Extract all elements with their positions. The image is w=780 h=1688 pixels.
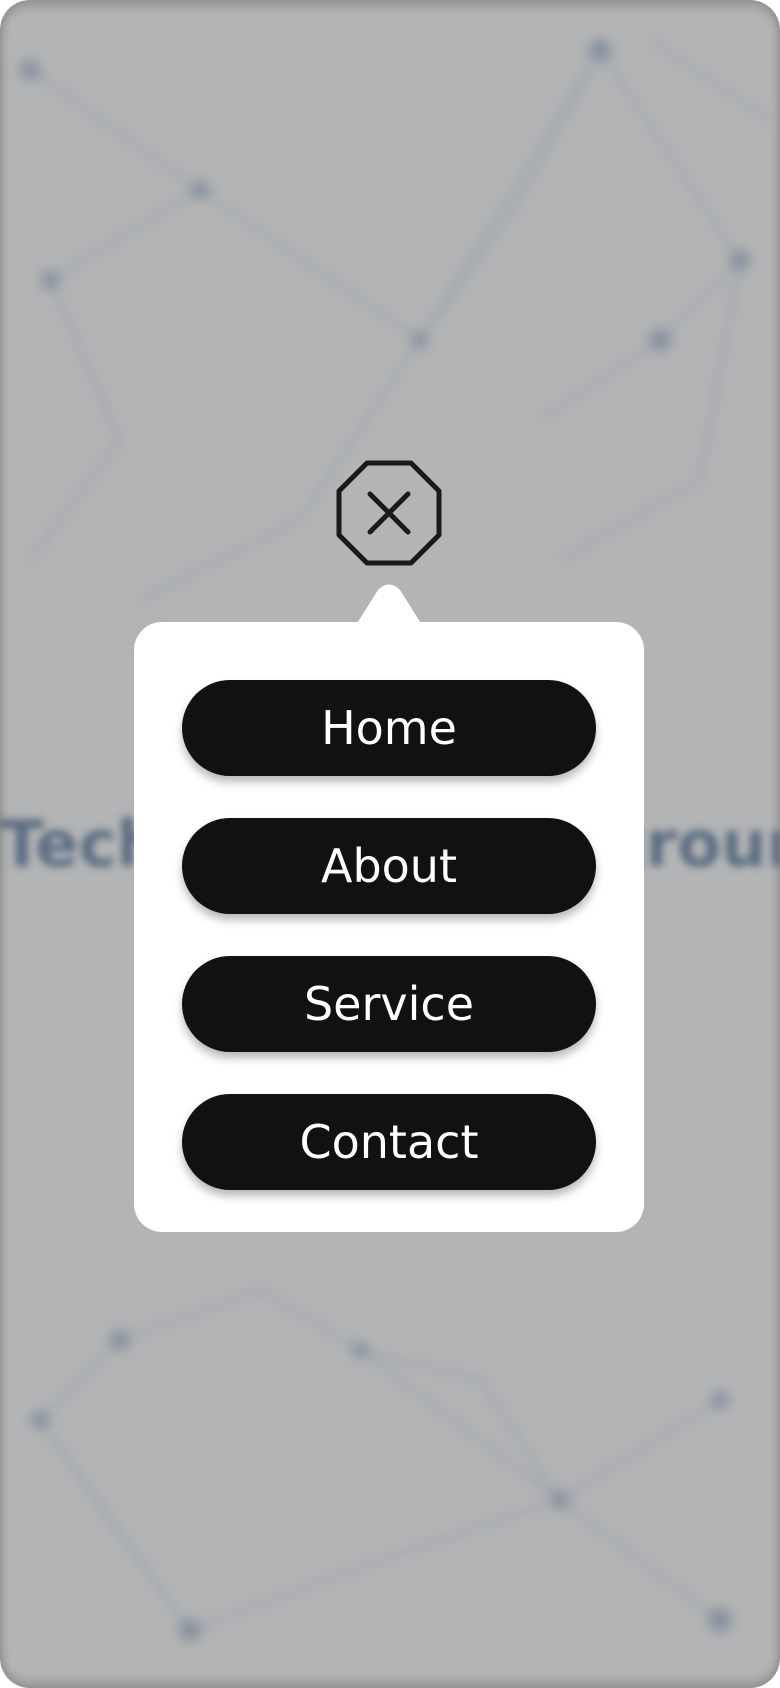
close-octagon-icon bbox=[336, 460, 442, 566]
menu-item-home[interactable]: Home bbox=[182, 680, 596, 776]
menu-overlay-screen: Technology Background Home About Service… bbox=[0, 0, 780, 1688]
menu-item-contact[interactable]: Contact bbox=[182, 1094, 596, 1190]
navigation-menu-popover: Home About Service Contact bbox=[134, 584, 644, 1232]
menu-item-service[interactable]: Service bbox=[182, 956, 596, 1052]
menu-list: Home About Service Contact bbox=[182, 680, 596, 1190]
menu-item-about[interactable]: About bbox=[182, 818, 596, 914]
close-menu-button[interactable] bbox=[336, 460, 442, 566]
popover-arrow bbox=[356, 584, 422, 625]
